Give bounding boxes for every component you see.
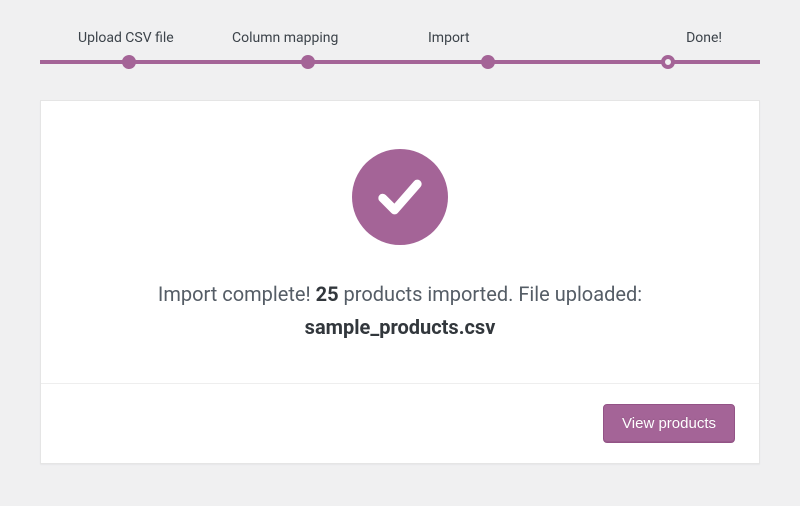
step-dot-done [661,55,675,69]
progress-stepper: Upload CSV file Column mapping Import Do… [40,30,760,76]
card-footer: View products [41,383,759,463]
step-dot-mapping [301,55,315,69]
step-dot-import [481,55,495,69]
step-label-done: Done! [580,30,760,46]
message-prefix: Import complete! [158,282,316,306]
message-suffix: products imported. File uploaded: [339,282,643,306]
import-message: Import complete! 25 products imported. F… [81,277,719,311]
step-dot-upload [122,55,136,69]
step-label-upload: Upload CSV file [40,30,220,46]
checkmark-icon [352,149,448,245]
card-body: Import complete! 25 products imported. F… [41,101,759,383]
step-label-import: Import [400,30,580,46]
import-wizard: Upload CSV file Column mapping Import Do… [0,0,800,484]
stepper-track [40,60,760,64]
step-label-mapping: Column mapping [220,30,400,46]
uploaded-filename: sample_products.csv [81,315,719,339]
view-products-button[interactable]: View products [603,404,735,443]
imported-count: 25 [316,282,339,306]
result-card: Import complete! 25 products imported. F… [40,100,760,464]
